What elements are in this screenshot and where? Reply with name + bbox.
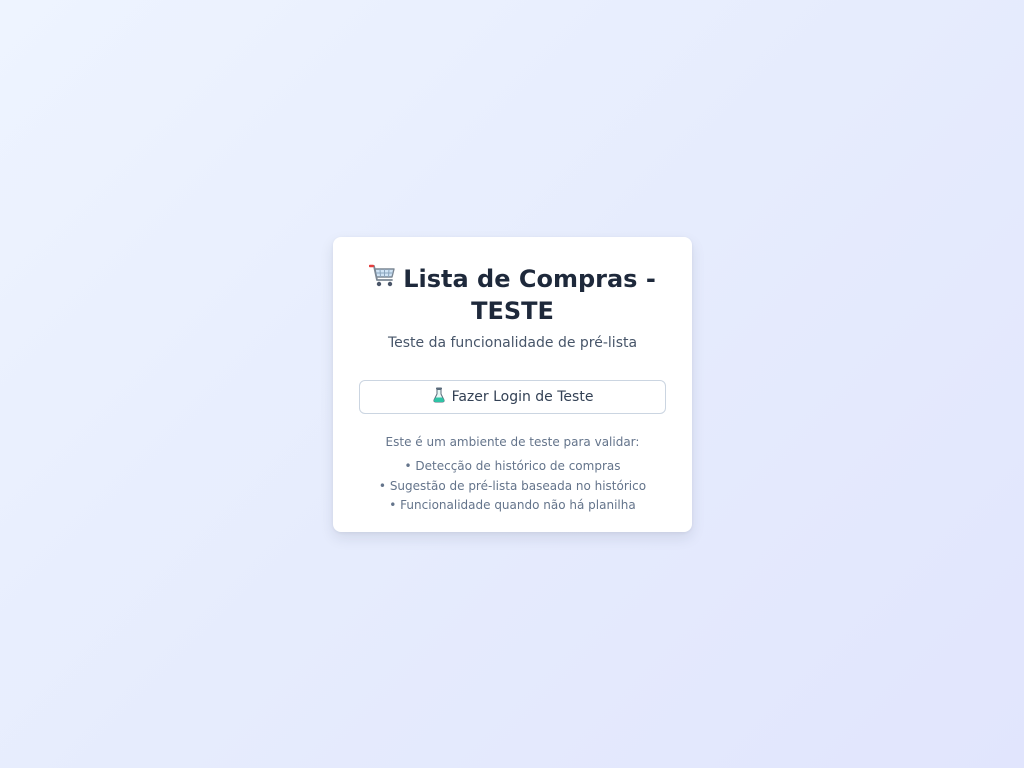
list-item: • Sugestão de pré-lista baseada no histó…	[378, 478, 647, 493]
login-card: Lista de Compras - TESTE Teste da funcio…	[333, 237, 692, 532]
list-item: • Funcionalidade quando não há planilha	[389, 498, 636, 512]
page-subtitle: Teste da funcionalidade de pré-lista	[387, 335, 638, 351]
info-intro: Este é um ambiente de teste para validar…	[385, 435, 640, 449]
info-list: • Detecção de histórico de compras • Sug…	[359, 457, 666, 516]
shopping-cart-icon	[369, 263, 397, 296]
list-item: • Detecção de histórico de compras	[404, 459, 621, 473]
page-title-text: Lista de Compras - TESTE	[403, 265, 656, 325]
page-title: Lista de Compras - TESTE	[363, 263, 663, 326]
info-section: Este é um ambiente de teste para validar…	[359, 435, 666, 516]
test-login-button[interactable]: Fazer Login de Teste	[359, 380, 666, 414]
test-login-button-label: Fazer Login de Teste	[451, 389, 594, 405]
test-tube-icon	[432, 387, 446, 407]
